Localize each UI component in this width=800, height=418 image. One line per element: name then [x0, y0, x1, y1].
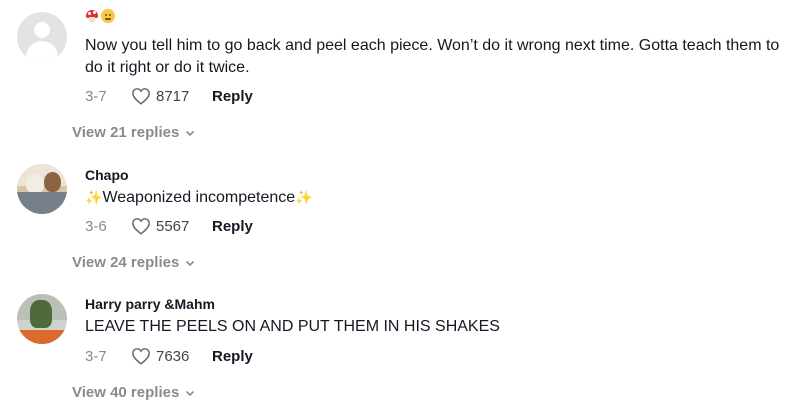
username[interactable]: Harry parry &Mahm — [85, 296, 215, 312]
chevron-down-icon — [186, 260, 195, 266]
comment-meta: 3-6 5567 Reply — [85, 216, 253, 236]
like-count: 5567 — [156, 217, 190, 235]
heart-icon[interactable] — [131, 87, 151, 105]
comment-meta: 3-7 8717 Reply — [85, 86, 253, 106]
like-count: 8717 — [156, 87, 190, 105]
sparkle-icon: ✨ — [85, 189, 103, 205]
comment-text: ✨Weaponized incompetence✨ — [85, 186, 795, 209]
comment-date: 3-6 — [85, 217, 107, 235]
sparkle-icon: ✨ — [295, 189, 313, 205]
comment-text: Now you tell him to go back and peel eac… — [85, 37, 780, 76]
view-replies-label: View 40 replies — [72, 384, 180, 401]
mushroom-emoji-icon — [85, 9, 99, 23]
view-replies-button[interactable]: View 24 replies — [72, 254, 195, 271]
view-replies-label: View 21 replies — [72, 124, 180, 141]
view-replies-button[interactable]: View 21 replies — [72, 124, 195, 141]
view-replies-button[interactable]: View 40 replies — [72, 384, 195, 401]
username[interactable]: Chapo — [85, 167, 129, 183]
comment-text: LEAVE THE PEELS ON AND PUT THEM IN HIS S… — [85, 318, 500, 335]
comment-date: 3-7 — [85, 87, 107, 105]
comment-date: 3-7 — [85, 347, 107, 365]
heart-icon[interactable] — [131, 217, 151, 235]
reply-button[interactable]: Reply — [212, 348, 253, 365]
avatar[interactable] — [17, 294, 67, 344]
comment-text-body: Weaponized incompetence — [102, 189, 296, 206]
avatar[interactable] — [17, 164, 67, 214]
heart-icon[interactable] — [131, 347, 151, 365]
emoji-row — [85, 9, 115, 25]
like-count: 7636 — [156, 347, 190, 365]
reply-button[interactable]: Reply — [212, 218, 253, 235]
chevron-down-icon — [186, 130, 195, 136]
avatar[interactable] — [17, 12, 67, 62]
comment-meta: 3-7 7636 Reply — [85, 346, 253, 366]
chevron-down-icon — [186, 390, 195, 396]
smiley-emoji-icon — [101, 9, 115, 23]
reply-button[interactable]: Reply — [212, 88, 253, 105]
view-replies-label: View 24 replies — [72, 254, 180, 271]
